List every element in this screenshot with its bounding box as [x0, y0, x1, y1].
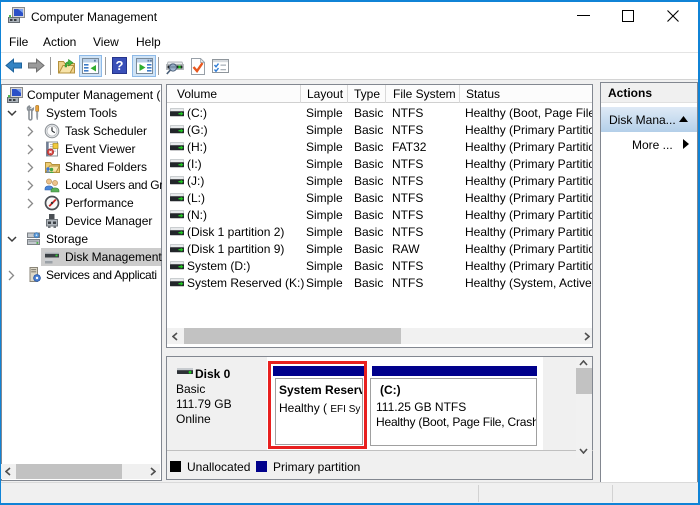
- svg-text:?: ?: [116, 58, 124, 73]
